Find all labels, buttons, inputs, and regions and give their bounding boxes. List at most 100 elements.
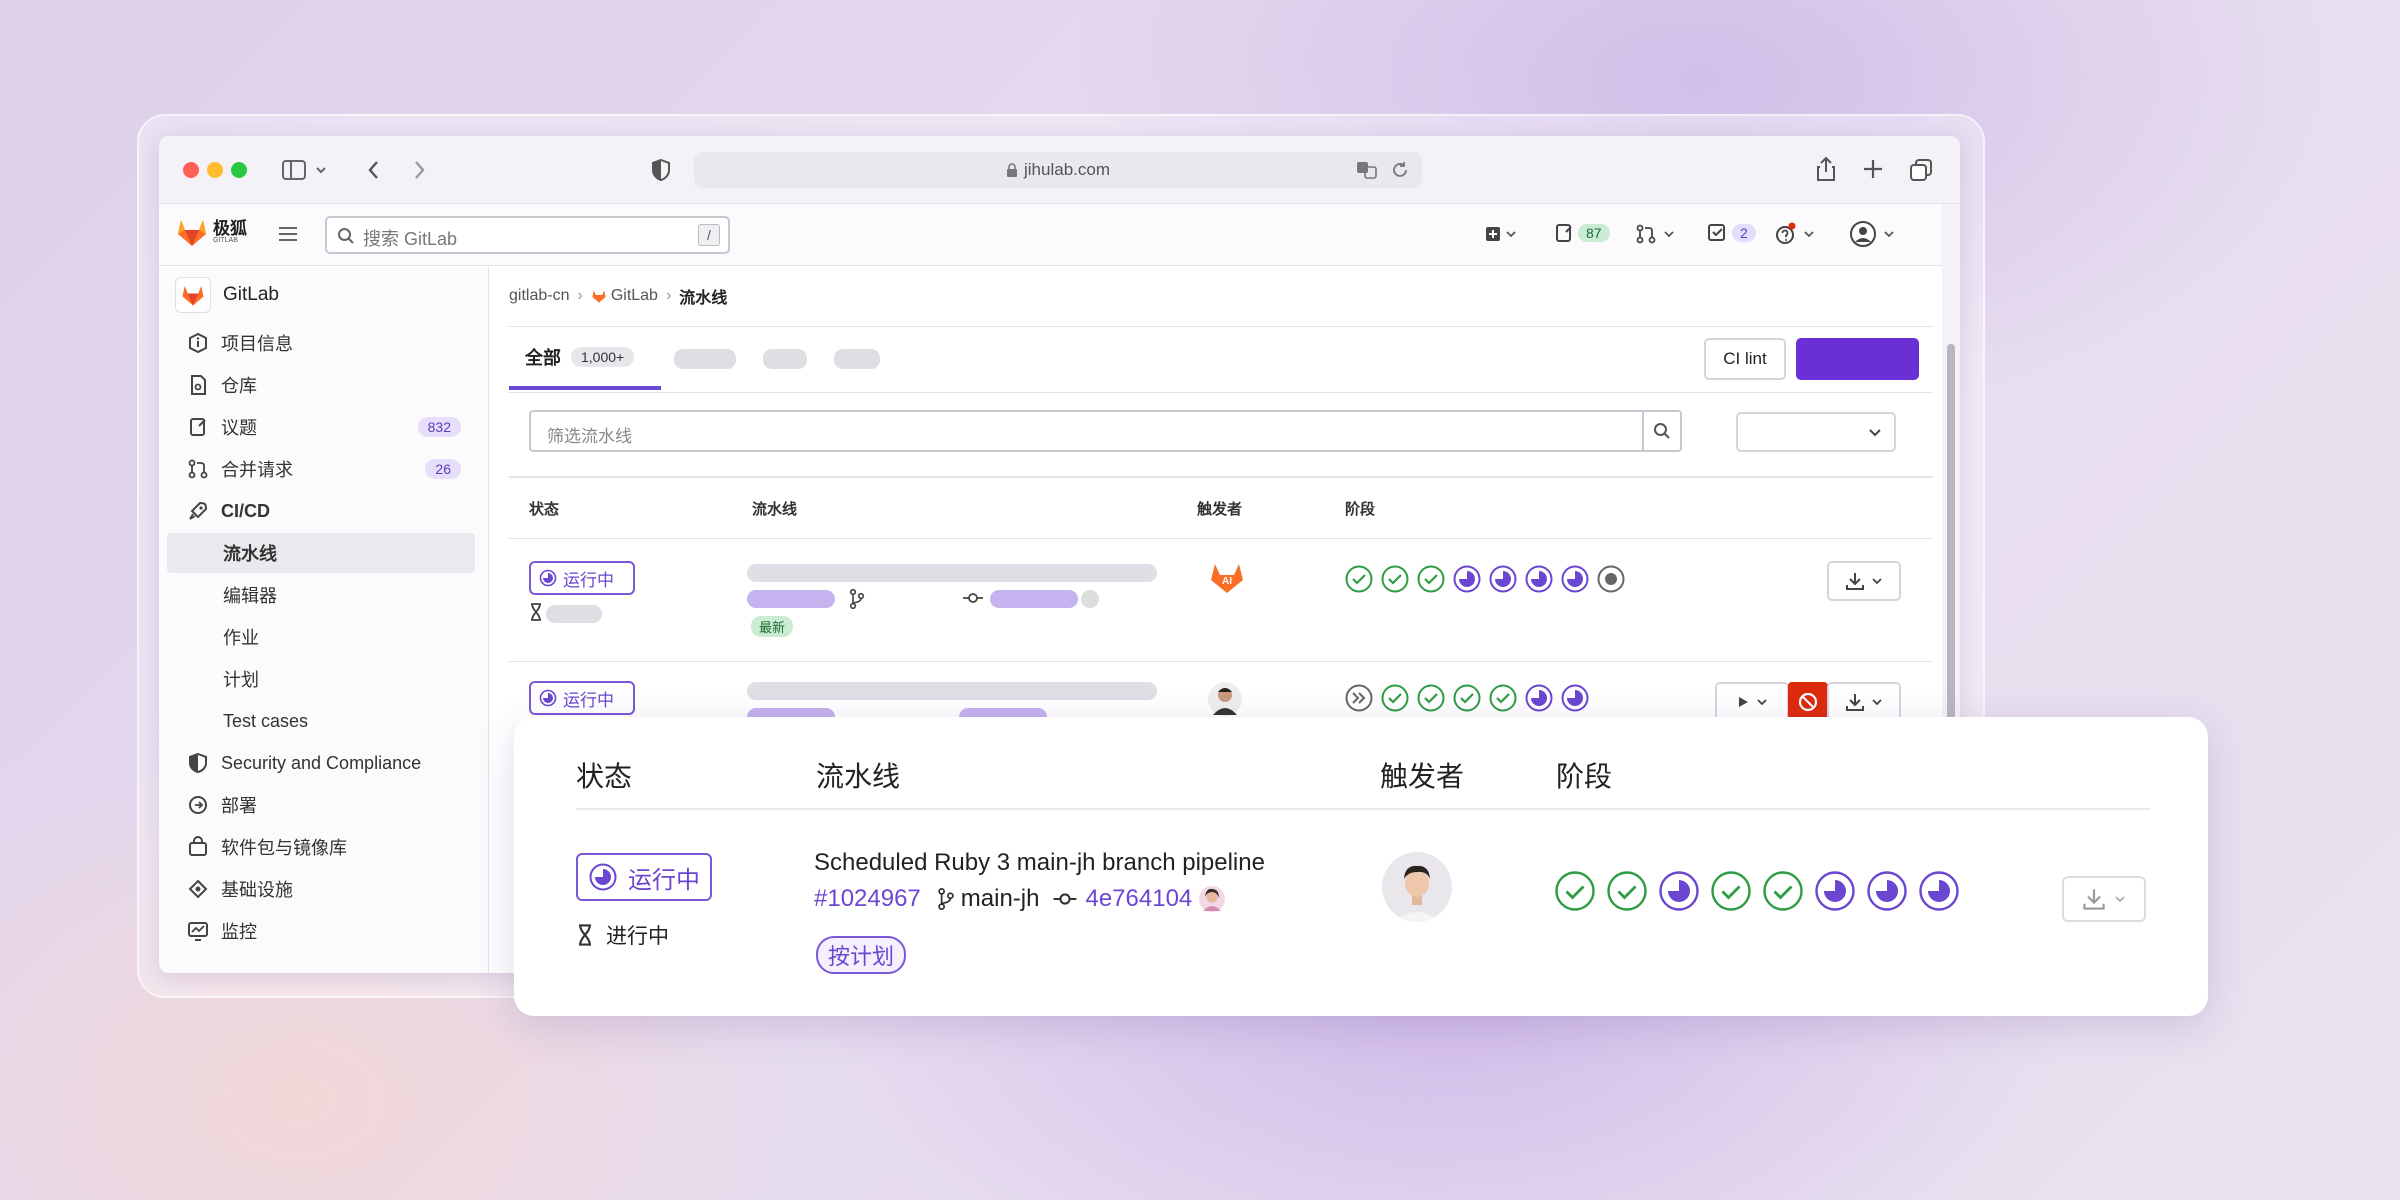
stage-success-icon[interactable] [1416, 683, 1446, 713]
stage-success-icon[interactable] [1452, 683, 1482, 713]
download-artifacts-button[interactable] [2062, 876, 2146, 922]
sidebar-item-repository[interactable]: 仓库 [167, 365, 475, 405]
sidebar-item-cicd[interactable]: CI/CD [167, 491, 475, 531]
translate-icon[interactable] [1356, 160, 1378, 180]
sidebar-item-issues[interactable]: 议题 832 [167, 407, 475, 447]
back-icon[interactable] [364, 158, 384, 182]
sidebar-item-monitor[interactable]: 监控 [167, 911, 475, 951]
filter-pipelines-input[interactable]: 筛选流水线 [529, 410, 1682, 452]
commit-author-avatar[interactable] [1198, 885, 1226, 913]
commit-sha-link[interactable]: 4e764104 [1085, 885, 1192, 913]
help-button[interactable] [1774, 222, 1820, 246]
new-tab-icon[interactable] [1862, 158, 1884, 180]
gitlab-logo[interactable]: 极狐 GITLAB [175, 216, 247, 248]
stage-success-icon[interactable] [1710, 870, 1752, 912]
sidebar-item-security[interactable]: Security and Compliance [167, 743, 475, 783]
sidebar-toggle-icon[interactable] [281, 158, 331, 182]
commit-author-avatar[interactable] [1081, 590, 1099, 608]
sidebar-subitem-editor[interactable]: 编辑器 [167, 575, 475, 615]
stage-pending-icon[interactable] [1596, 564, 1626, 594]
stage-running-icon[interactable] [1524, 683, 1554, 713]
pipeline-title[interactable]: Scheduled Ruby 3 main-jh branch pipeline [814, 849, 1265, 877]
merge-requests-count-badge: 26 [425, 459, 461, 479]
stage-running-icon[interactable] [1866, 870, 1908, 912]
sidebar-item-merge-requests[interactable]: 合并请求 26 [167, 449, 475, 489]
sidebar-subitem-test-cases[interactable]: Test cases [167, 701, 475, 741]
stage-success-icon[interactable] [1762, 870, 1804, 912]
sidebar-item-project-info[interactable]: 项目信息 [167, 323, 475, 363]
avatar[interactable] [1381, 851, 1453, 923]
sidebar-subitem-pipelines[interactable]: 流水线 [167, 533, 475, 573]
commit-sha-placeholder[interactable] [990, 590, 1078, 608]
play-manual-button[interactable] [1715, 682, 1789, 722]
tab-all[interactable]: 全部 1,000+ [509, 328, 661, 390]
pipeline-id-placeholder[interactable] [747, 590, 835, 608]
download-icon [2083, 889, 2105, 910]
stage-success-icon[interactable] [1416, 564, 1446, 594]
download-artifacts-button[interactable] [1827, 682, 1901, 722]
user-menu-button[interactable] [1849, 220, 1901, 248]
project-avatar[interactable] [175, 277, 211, 313]
download-artifacts-button[interactable] [1827, 561, 1901, 601]
status-badge[interactable]: 运行中 [529, 681, 635, 715]
filter-search-button[interactable] [1642, 412, 1680, 450]
stage-success-icon[interactable] [1488, 683, 1518, 713]
merge-requests-button[interactable] [1635, 224, 1679, 244]
forward-icon[interactable] [409, 158, 429, 182]
stage-running-icon[interactable] [1658, 870, 1700, 912]
sidebar-subitem-schedules[interactable]: 计划 [167, 659, 475, 699]
stage-success-icon[interactable] [1606, 870, 1648, 912]
sidebar-item-label: 合并请求 [221, 460, 293, 480]
avatar[interactable] [1207, 681, 1243, 717]
avatar[interactable]: AI [1207, 560, 1247, 596]
minimize-window-button[interactable] [207, 162, 223, 178]
stage-skipped-icon[interactable] [1344, 683, 1374, 713]
sidebar-item-packages[interactable]: 软件包与镜像库 [167, 827, 475, 867]
stage-success-icon[interactable] [1380, 683, 1410, 713]
sidebar-item-infrastructure[interactable]: 基础设施 [167, 869, 475, 909]
tab-overview-icon[interactable] [1909, 158, 1933, 182]
breadcrumb-item[interactable]: gitlab-cn [509, 287, 569, 305]
zoom-window-button[interactable] [231, 162, 247, 178]
stage-success-icon[interactable] [1344, 564, 1374, 594]
stage-running-icon[interactable] [1488, 564, 1518, 594]
stage-running-icon[interactable] [1524, 564, 1554, 594]
latest-badge: 最新 [751, 616, 794, 637]
close-window-button[interactable] [183, 162, 199, 178]
sidebar-item-label: 编辑器 [223, 586, 277, 606]
run-pipeline-button[interactable] [1796, 338, 1919, 380]
tab-placeholder[interactable] [674, 349, 736, 369]
project-name[interactable]: GitLab [223, 284, 279, 306]
share-icon[interactable] [1815, 156, 1837, 182]
new-menu-button[interactable] [1484, 224, 1518, 244]
branch-link[interactable]: main-jh [961, 885, 1040, 913]
cancel-pipeline-button[interactable] [1788, 682, 1828, 722]
pipeline-title-placeholder[interactable] [747, 682, 1157, 700]
reload-icon[interactable] [1390, 160, 1410, 180]
stage-success-icon[interactable] [1380, 564, 1410, 594]
stage-running-icon[interactable] [1560, 683, 1590, 713]
ci-lint-button[interactable]: CI lint [1704, 338, 1786, 380]
privacy-shield-icon[interactable] [651, 158, 671, 182]
address-bar[interactable]: jihulab.com [694, 152, 1422, 188]
todos-button[interactable]: 2 [1706, 222, 1756, 244]
tab-placeholder[interactable] [834, 349, 880, 369]
sidebar-item-label: Test cases [223, 710, 309, 731]
pipeline-title-placeholder[interactable] [747, 564, 1157, 582]
tab-placeholder[interactable] [763, 349, 807, 369]
sort-dropdown[interactable] [1736, 412, 1896, 452]
stage-running-icon[interactable] [1452, 564, 1482, 594]
stage-running-icon[interactable] [1918, 870, 1960, 912]
stage-running-icon[interactable] [1560, 564, 1590, 594]
stage-running-icon[interactable] [1814, 870, 1856, 912]
search-input[interactable]: 搜索 GitLab / [325, 216, 730, 254]
status-badge[interactable]: 运行中 [529, 561, 635, 595]
pipeline-id-link[interactable]: #1024967 [814, 885, 921, 913]
status-badge[interactable]: 运行中 [576, 853, 712, 901]
sidebar-subitem-jobs[interactable]: 作业 [167, 617, 475, 657]
breadcrumb-item[interactable]: GitLab [611, 287, 658, 305]
hamburger-menu-icon[interactable] [277, 224, 299, 244]
issues-button[interactable]: 87 [1554, 222, 1610, 244]
stage-success-icon[interactable] [1554, 870, 1596, 912]
sidebar-item-deployments[interactable]: 部署 [167, 785, 475, 825]
